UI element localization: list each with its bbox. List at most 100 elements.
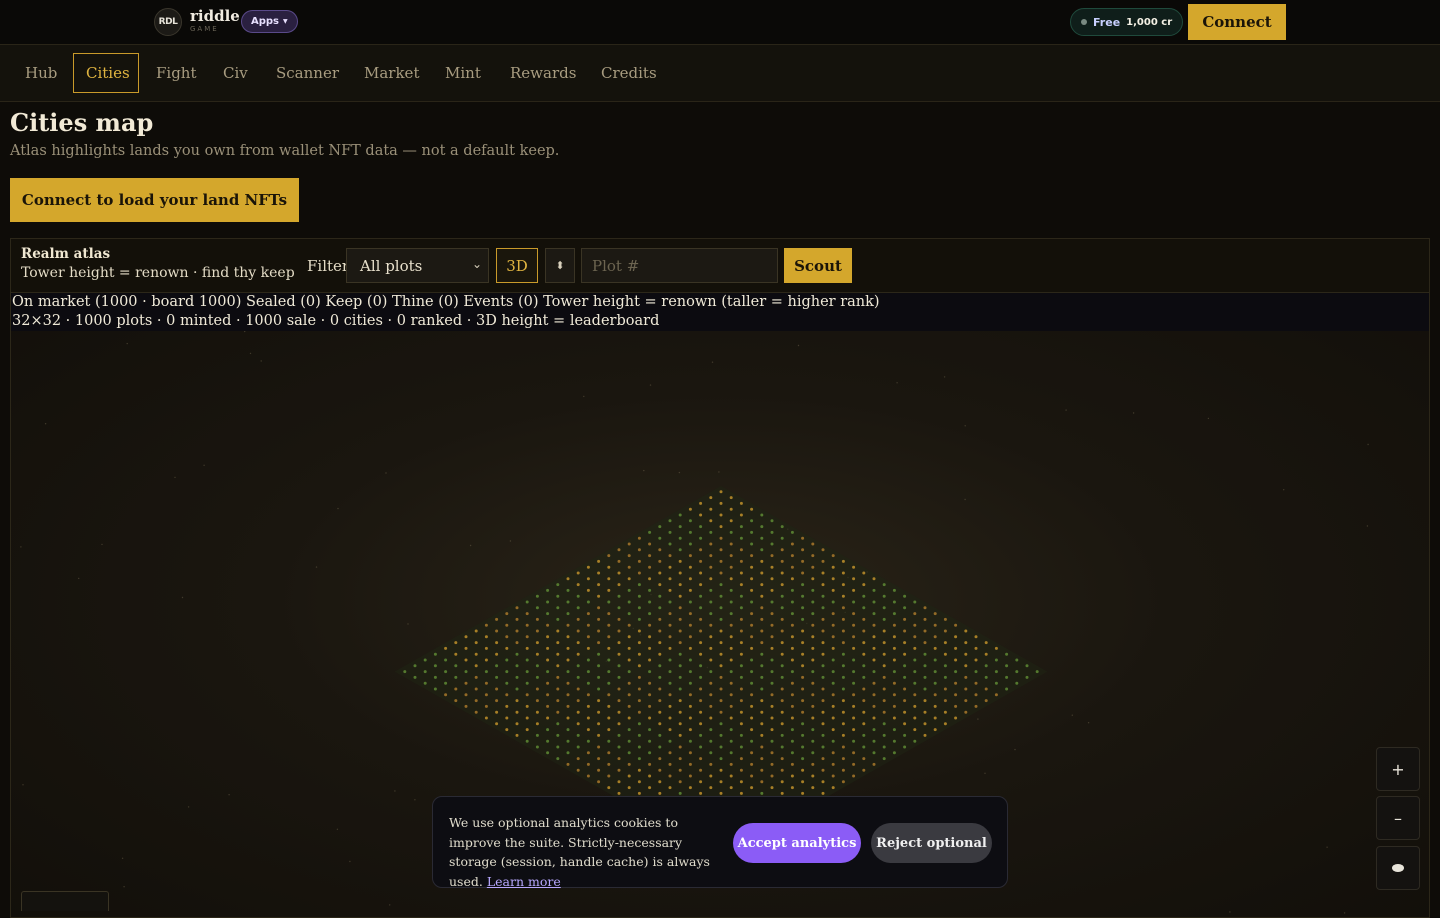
plot-marker[interactable] bbox=[841, 780, 845, 784]
plot-marker[interactable] bbox=[862, 583, 866, 587]
plot-marker[interactable] bbox=[648, 762, 652, 766]
plot-marker[interactable] bbox=[658, 629, 662, 633]
plot-marker[interactable] bbox=[790, 542, 794, 546]
plot-marker[interactable] bbox=[903, 710, 907, 714]
plot-marker[interactable] bbox=[617, 757, 621, 761]
plot-marker[interactable] bbox=[505, 623, 509, 627]
plot-marker[interactable] bbox=[882, 687, 886, 691]
plot-marker[interactable] bbox=[597, 606, 601, 610]
plot-marker[interactable] bbox=[801, 641, 805, 645]
plot-marker[interactable] bbox=[586, 646, 590, 650]
plot-marker[interactable] bbox=[556, 710, 560, 714]
plot-marker[interactable] bbox=[801, 780, 805, 784]
plot-marker[interactable] bbox=[780, 768, 784, 772]
plot-marker[interactable] bbox=[933, 693, 937, 697]
plot-marker[interactable] bbox=[852, 728, 856, 732]
plot-marker[interactable] bbox=[882, 652, 886, 656]
plot-marker[interactable] bbox=[801, 745, 805, 749]
plot-marker[interactable] bbox=[607, 565, 611, 569]
plot-marker[interactable] bbox=[617, 664, 621, 668]
plot-marker[interactable] bbox=[576, 675, 580, 679]
sort-button[interactable]: ⬍ bbox=[545, 248, 575, 283]
plot-marker[interactable] bbox=[852, 739, 856, 743]
plot-marker[interactable] bbox=[444, 681, 448, 685]
plot-marker[interactable] bbox=[821, 664, 825, 668]
plot-marker[interactable] bbox=[739, 501, 743, 505]
plot-marker[interactable] bbox=[556, 699, 560, 703]
plot-marker[interactable] bbox=[964, 629, 968, 633]
plot-marker[interactable] bbox=[739, 664, 743, 668]
plot-marker[interactable] bbox=[729, 670, 733, 674]
plot-marker[interactable] bbox=[546, 635, 550, 639]
plot-marker[interactable] bbox=[841, 733, 845, 737]
plot-marker[interactable] bbox=[841, 768, 845, 772]
plot-marker[interactable] bbox=[750, 658, 754, 662]
plot-marker[interactable] bbox=[474, 687, 478, 691]
plot-marker[interactable] bbox=[566, 693, 570, 697]
plot-marker[interactable] bbox=[495, 617, 499, 621]
plot-marker[interactable] bbox=[841, 629, 845, 633]
plot-marker[interactable] bbox=[719, 641, 723, 645]
plot-marker[interactable] bbox=[750, 762, 754, 766]
plot-marker[interactable] bbox=[719, 594, 723, 598]
plot-marker[interactable] bbox=[444, 670, 448, 674]
plot-marker[interactable] bbox=[821, 699, 825, 703]
plot-marker[interactable] bbox=[923, 699, 927, 703]
plot-marker[interactable] bbox=[648, 751, 652, 755]
plot-marker[interactable] bbox=[648, 530, 652, 534]
plot-marker[interactable] bbox=[556, 606, 560, 610]
plot-marker[interactable] bbox=[586, 670, 590, 674]
plot-marker[interactable] bbox=[668, 519, 672, 523]
logo[interactable]: RDL bbox=[154, 8, 182, 36]
plot-marker[interactable] bbox=[709, 635, 713, 639]
plot-marker[interactable] bbox=[739, 780, 743, 784]
plot-marker[interactable] bbox=[699, 710, 703, 714]
plot-marker[interactable] bbox=[556, 629, 560, 633]
plot-marker[interactable] bbox=[525, 739, 529, 743]
plot-marker[interactable] bbox=[831, 739, 835, 743]
plot-marker[interactable] bbox=[770, 751, 774, 755]
plot-marker[interactable] bbox=[627, 751, 631, 755]
plot-marker[interactable] bbox=[403, 670, 407, 674]
zoom-out-button[interactable]: – bbox=[1376, 796, 1420, 840]
plot-marker[interactable] bbox=[903, 594, 907, 598]
plot-marker[interactable] bbox=[923, 641, 927, 645]
plot-marker[interactable] bbox=[607, 658, 611, 662]
plot-marker[interactable] bbox=[760, 548, 764, 552]
plot-marker[interactable] bbox=[566, 646, 570, 650]
plot-marker[interactable] bbox=[760, 641, 764, 645]
plot-marker[interactable] bbox=[597, 559, 601, 563]
plot-marker[interactable] bbox=[637, 629, 641, 633]
plot-marker[interactable] bbox=[811, 751, 815, 755]
plot-marker[interactable] bbox=[637, 571, 641, 575]
plot-marker[interactable] bbox=[454, 687, 458, 691]
plot-marker[interactable] bbox=[433, 687, 437, 691]
plot-marker[interactable] bbox=[821, 722, 825, 726]
plot-marker[interactable] bbox=[841, 675, 845, 679]
plot-marker[interactable] bbox=[576, 699, 580, 703]
plot-marker[interactable] bbox=[688, 681, 692, 685]
plot-marker[interactable] bbox=[658, 559, 662, 563]
plot-marker[interactable] bbox=[729, 565, 733, 569]
plot-marker[interactable] bbox=[831, 612, 835, 616]
plot-marker[interactable] bbox=[760, 571, 764, 575]
plot-marker[interactable] bbox=[444, 646, 448, 650]
plot-marker[interactable] bbox=[566, 728, 570, 732]
plot-marker[interactable] bbox=[750, 588, 754, 592]
plot-marker[interactable] bbox=[576, 617, 580, 621]
plot-marker[interactable] bbox=[658, 641, 662, 645]
plot-marker[interactable] bbox=[852, 646, 856, 650]
plot-marker[interactable] bbox=[954, 681, 958, 685]
plot-marker[interactable] bbox=[617, 710, 621, 714]
plot-marker[interactable] bbox=[515, 629, 519, 633]
plot-marker[interactable] bbox=[943, 617, 947, 621]
plot-marker[interactable] bbox=[627, 623, 631, 627]
plot-marker[interactable] bbox=[709, 565, 713, 569]
plot-marker[interactable] bbox=[984, 687, 988, 691]
plot-marker[interactable] bbox=[566, 623, 570, 627]
plot-marker[interactable] bbox=[546, 588, 550, 592]
plot-marker[interactable] bbox=[648, 728, 652, 732]
plot-marker[interactable] bbox=[750, 739, 754, 743]
plot-marker[interactable] bbox=[627, 774, 631, 778]
plot-marker[interactable] bbox=[525, 681, 529, 685]
